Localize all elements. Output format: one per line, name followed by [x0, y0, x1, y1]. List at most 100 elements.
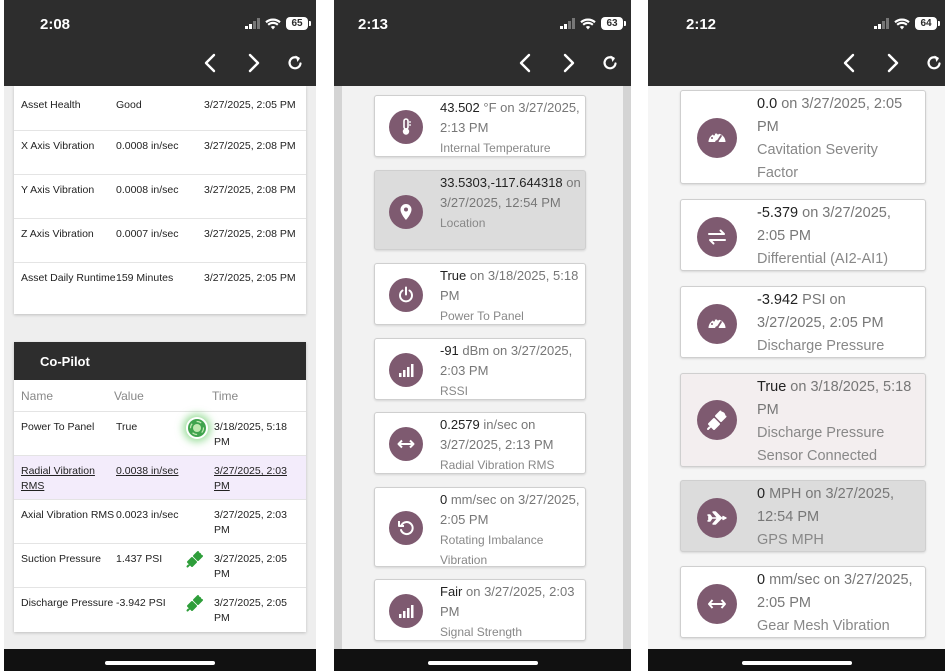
sensor-value: 0.0 — [757, 96, 778, 112]
sensor-label: Internal Temperature — [440, 141, 551, 155]
sensor-card[interactable]: 0 mm/sec on 3/27/2025, 2:05 PM Gear Mesh … — [680, 566, 926, 638]
sensor-unit: mm/sec — [765, 572, 820, 588]
column-header-value: Value — [114, 388, 144, 403]
swap-arrows-icon — [697, 217, 737, 257]
cellular-signal-icon — [560, 18, 575, 29]
header-bar: 2:12 64 — [648, 0, 945, 86]
sensor-label: RSSI — [440, 384, 469, 398]
table-row[interactable]: Discharge Pressure -3.942 PSI 3/27/2025,… — [14, 588, 306, 632]
status-time: 2:13 — [358, 16, 389, 33]
plug-icon — [186, 550, 204, 568]
table-row[interactable]: Suction Pressure 1.437 PSI 3/27/2025, 2:… — [14, 544, 306, 588]
refresh-icon[interactable] — [599, 50, 621, 76]
sensor-label: Radial Vibration RMS — [440, 458, 555, 472]
sensor-unit: MPH — [765, 486, 802, 502]
row-time-link[interactable]: 3/27/2025, 2:03 PM — [214, 456, 306, 499]
sensor-unit: PSI — [798, 292, 826, 308]
battery-indicator: 65 — [286, 17, 311, 30]
sensor-value: 33.5303,-117.644318 — [440, 175, 563, 190]
forward-chevron-icon[interactable] — [242, 50, 264, 76]
sensor-unit: dBm — [458, 343, 490, 358]
sensor-value: -5.379 — [757, 205, 799, 221]
sensor-value: -3.942 — [757, 292, 799, 308]
row-value-link[interactable]: 0.0038 in/sec — [116, 456, 186, 499]
home-indicator — [334, 649, 631, 671]
sensor-card[interactable]: Fair on 3/27/2025, 2:03 PM Signal Strengt… — [374, 579, 586, 641]
wifi-icon — [265, 17, 281, 29]
sensor-card[interactable]: 33.5303,-117.644318 on 3/27/2025, 12:54 … — [374, 170, 586, 250]
card-list: 0.0 on 3/27/2025, 2:05 PM Cavitation Seve… — [648, 86, 945, 649]
table-row[interactable]: Axial Vibration RMS 0.0023 in/sec 3/27/2… — [14, 500, 306, 544]
row-time: 3/27/2025, 2:05 PM — [204, 272, 296, 284]
gauge-icon — [697, 304, 737, 344]
row-name: Suction Pressure — [21, 553, 101, 565]
signal-bars-icon — [389, 353, 423, 387]
sensor-card[interactable]: -5.379 on 3/27/2025, 2:05 PM Differential… — [680, 199, 926, 271]
table-row: Asset Daily Runtime 159 Minutes 3/27/202… — [14, 263, 306, 308]
sensor-unit: °F — [479, 100, 497, 115]
sensor-label: Discharge Pressure — [757, 338, 885, 354]
sensor-card[interactable]: 0.2579 in/sec on 3/27/2025, 2:13 PM Radia… — [374, 412, 586, 474]
phone-screen-2: 2:13 63 43.502 °F on 3/27/2025, 2:13 PM I… — [334, 0, 631, 671]
row-time: 3/18/2025, 5:18 PM — [214, 421, 287, 448]
row-time: 3/27/2025, 2:08 PM — [204, 184, 296, 196]
airplane-icon — [697, 498, 737, 538]
home-indicator — [648, 649, 945, 671]
back-chevron-icon[interactable] — [200, 50, 222, 76]
sensor-unit: mm/sec — [447, 492, 497, 507]
sensor-value: Fair — [440, 584, 463, 599]
sensor-card[interactable]: True on 3/18/2025, 5:18 PM Discharge Pres… — [680, 373, 926, 467]
wifi-icon — [894, 17, 910, 29]
table-row: X Axis Vibration 0.0008 in/sec 3/27/2025… — [14, 131, 306, 175]
row-name: Z Axis Vibration — [21, 228, 94, 240]
sensor-label: Discharge Pressure Sensor Connected — [757, 425, 885, 464]
row-name: X Axis Vibration — [21, 140, 95, 152]
back-chevron-icon[interactable] — [515, 50, 537, 76]
power-icon — [389, 278, 423, 312]
sensor-card[interactable]: 0.0 on 3/27/2025, 2:05 PM Cavitation Seve… — [680, 90, 926, 184]
forward-chevron-icon[interactable] — [881, 50, 903, 76]
sensor-value: 0.2579 — [440, 417, 480, 432]
forward-chevron-icon[interactable] — [557, 50, 579, 76]
sensor-label: Cavitation Severity Factor — [757, 142, 878, 181]
battery-indicator: 63 — [601, 17, 626, 30]
sensor-card[interactable]: 0 MPH on 3/27/2025, 12:54 PM GPS MPH — [680, 480, 926, 552]
sensor-value: 43.502 — [440, 100, 480, 115]
table-header: Name Value Time — [14, 380, 306, 412]
sensor-card[interactable]: True on 3/18/2025, 5:18 PM Power To Panel — [374, 263, 586, 325]
row-time: 3/27/2025, 2:05 PM — [214, 597, 287, 624]
signal-bars-icon — [389, 594, 423, 628]
table-row[interactable]: Power To Panel True 3/18/2025, 5:18 PM — [14, 412, 306, 456]
status-icons: 64 — [874, 17, 940, 30]
sensor-card[interactable]: -3.942 PSI on 3/27/2025, 2:05 PM Discharg… — [680, 286, 926, 358]
row-value: True — [116, 421, 138, 433]
plug-icon — [186, 594, 204, 612]
sensor-card[interactable]: -91 dBm on 3/27/2025, 2:03 PM RSSI — [374, 338, 586, 400]
phone-screen-1: 2:08 65 Asset Health Good 3/27/2025, 2:0… — [4, 0, 316, 671]
cellular-signal-icon — [874, 18, 889, 29]
row-name: Asset Daily Runtime — [21, 272, 116, 284]
status-time: 2:08 — [40, 16, 71, 33]
sensor-card[interactable]: 0 mm/sec on 3/27/2025, 2:05 PM Rotating I… — [374, 487, 586, 567]
table-row: Asset Health Good 3/27/2025, 2:05 PM — [14, 86, 306, 131]
row-value: 1.437 PSI — [116, 553, 163, 565]
row-value: -3.942 PSI — [116, 597, 166, 609]
row-name-link[interactable]: Radial Vibration RMS — [14, 456, 116, 499]
lifebuoy-icon — [186, 417, 208, 439]
row-time: 3/27/2025, 2:03 PM — [214, 509, 287, 536]
sensor-card[interactable]: 43.502 °F on 3/27/2025, 2:13 PM Internal … — [374, 95, 586, 157]
row-value: 0.0007 in/sec — [116, 228, 179, 240]
status-icons: 63 — [560, 17, 626, 30]
row-time: 3/27/2025, 2:08 PM — [204, 140, 296, 152]
row-value: 0.0023 in/sec — [116, 509, 179, 521]
refresh-icon[interactable] — [923, 50, 945, 76]
plug-icon — [697, 400, 737, 440]
refresh-icon[interactable] — [284, 50, 306, 76]
nav-buttons — [839, 50, 945, 76]
row-name: Axial Vibration RMS — [21, 509, 115, 521]
sensor-label: Power To Panel — [440, 309, 524, 323]
sensor-value: -91 — [440, 343, 459, 358]
table-row[interactable]: Radial Vibration RMS 0.0038 in/sec 3/27/… — [14, 456, 306, 500]
back-chevron-icon[interactable] — [839, 50, 861, 76]
sensor-label: Signal Strength — [440, 625, 523, 639]
